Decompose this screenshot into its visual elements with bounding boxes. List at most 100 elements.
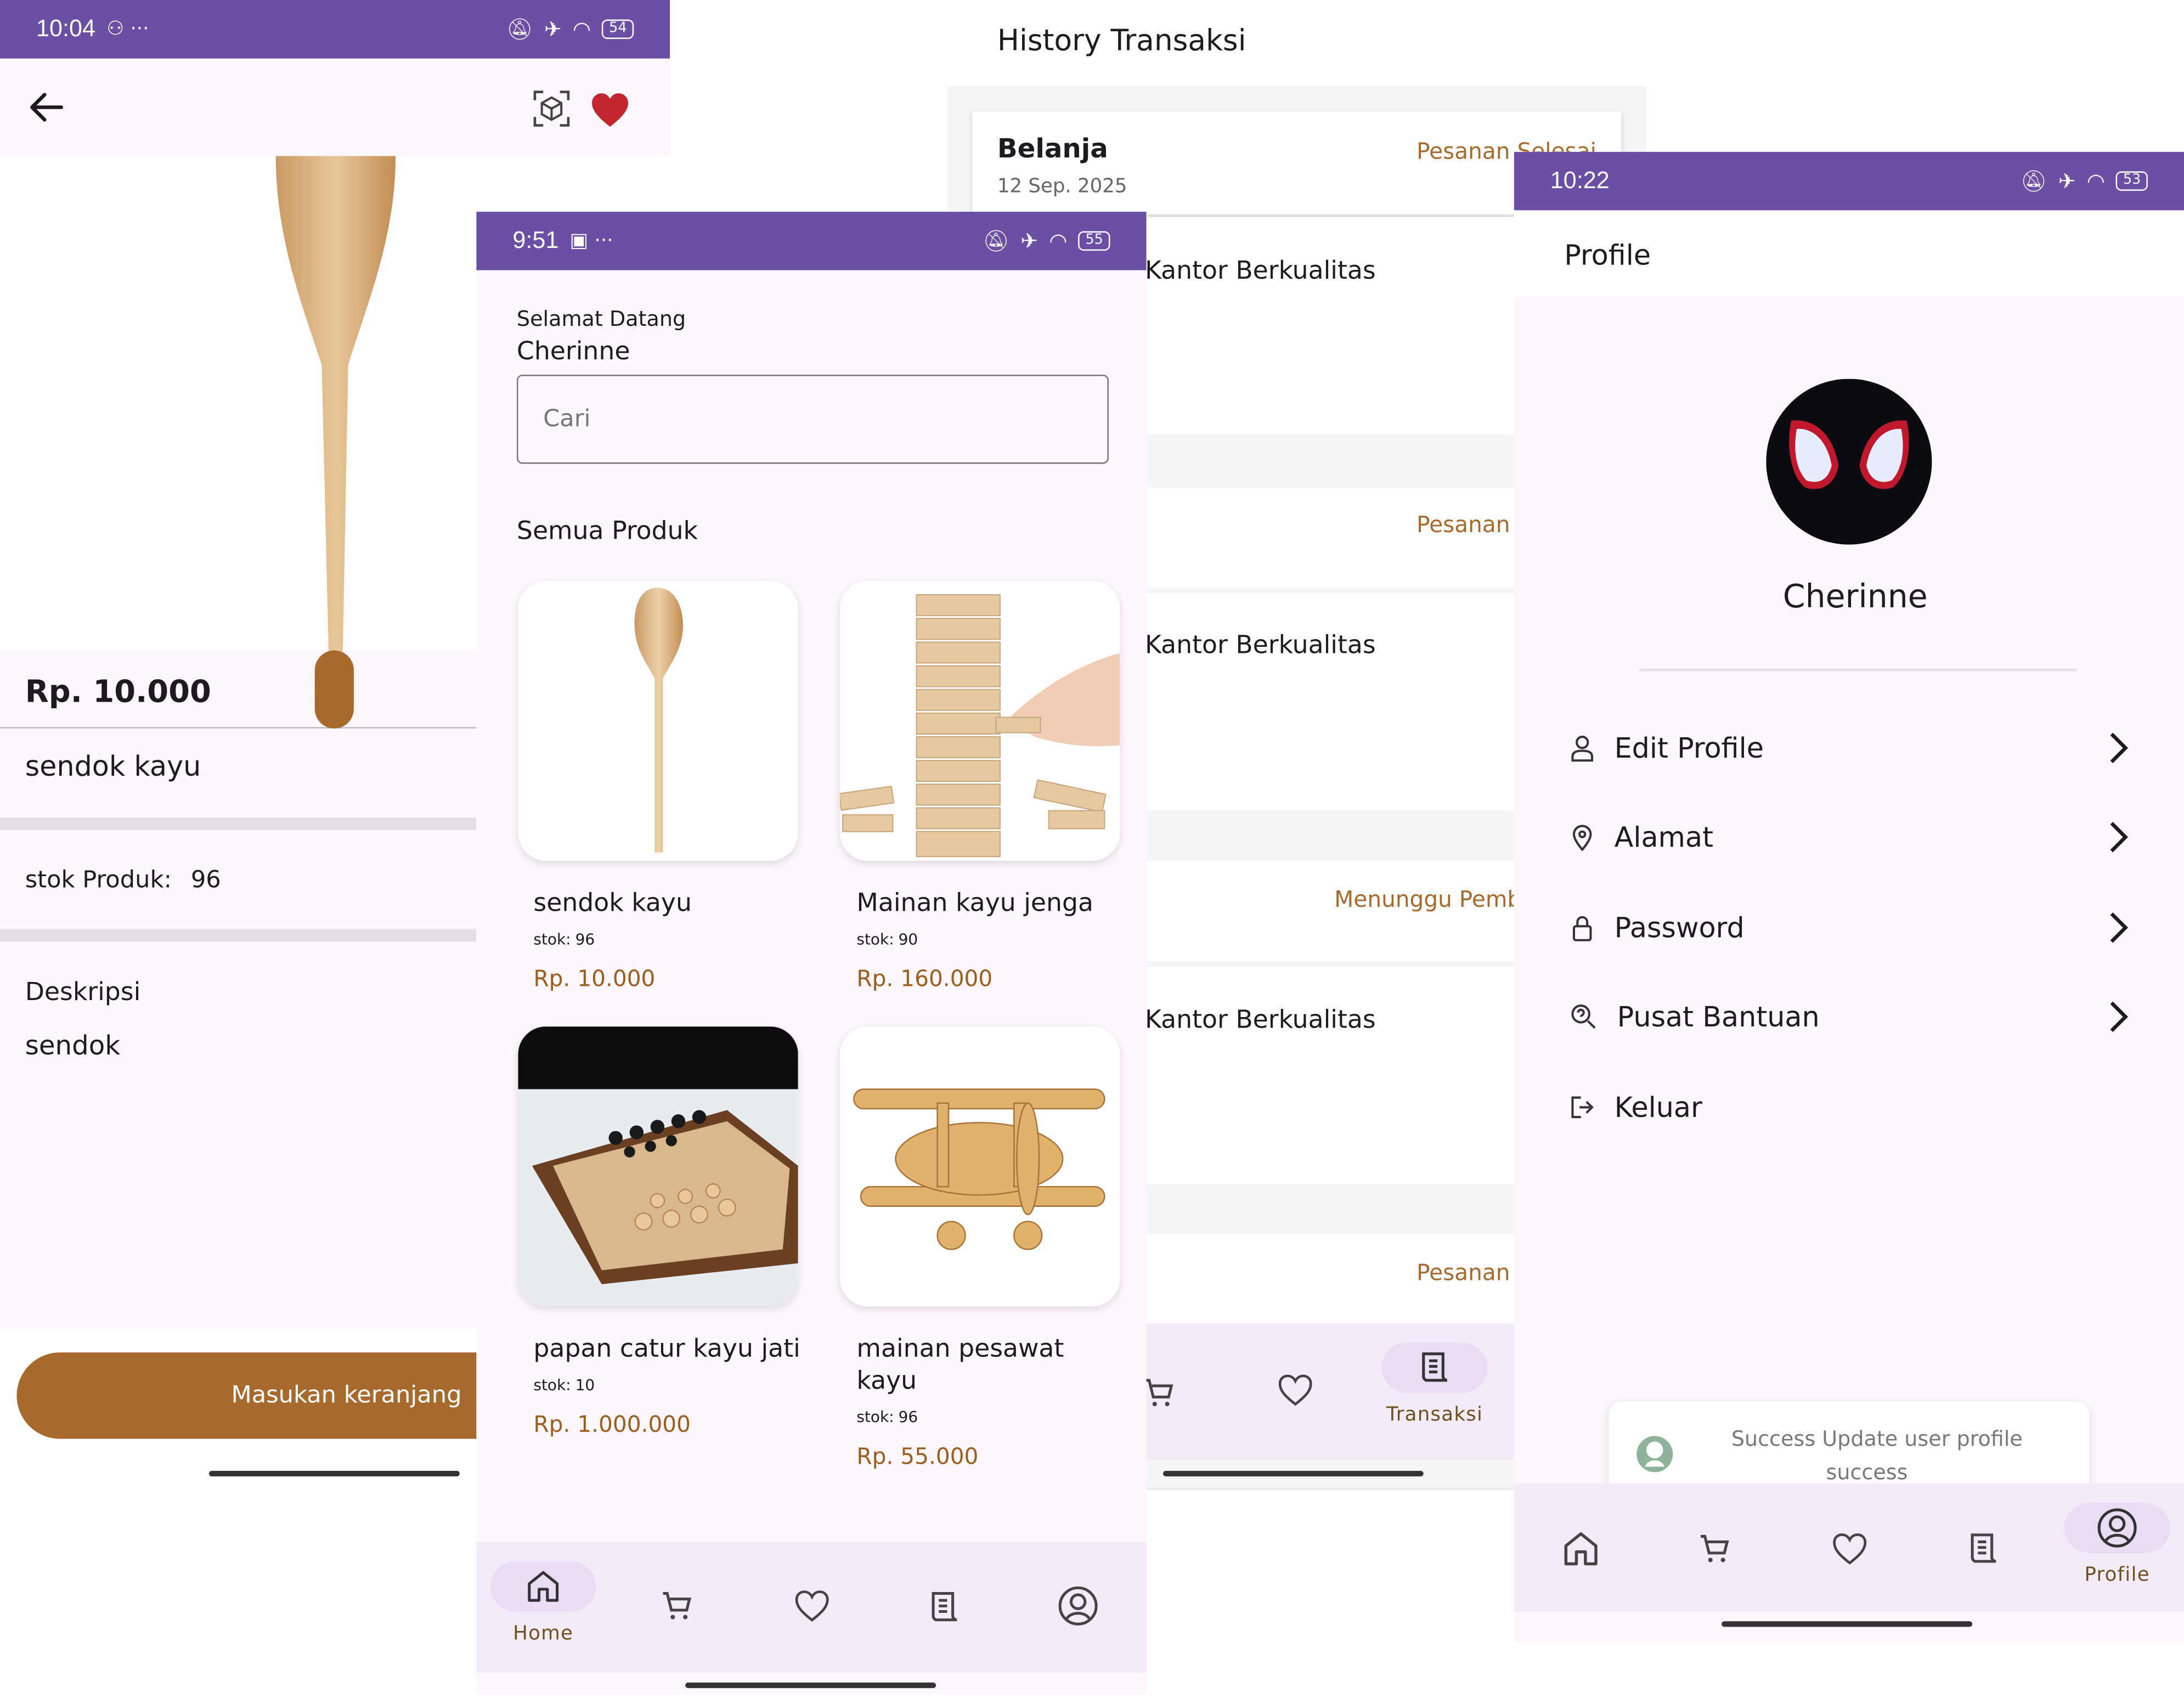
- product-image[interactable]: [518, 580, 798, 861]
- wifi-icon: ◠: [2086, 168, 2105, 194]
- status-bar: 9:51 ▣ ··· 🔕︎ ✈ ◠ 55: [476, 211, 1147, 270]
- mute-icon: 🔕︎: [2020, 168, 2047, 194]
- price-row: Rp. 10.000: [0, 651, 477, 729]
- add-to-cart-label: Masukan keranjang: [231, 1381, 462, 1410]
- search-placeholder: Cari: [543, 405, 591, 433]
- wifi-icon: ◠: [572, 16, 591, 42]
- divider: [0, 929, 477, 942]
- history-title: History Transaksi: [997, 24, 1246, 58]
- nav-pill: [490, 1561, 596, 1612]
- airplane-icon: ✈: [544, 16, 562, 42]
- product-price: Rp. 1.000.000: [533, 1410, 691, 1438]
- status-time: 10:04: [36, 15, 96, 42]
- nav-label: Home: [513, 1622, 574, 1645]
- menu-label: Alamat: [1614, 820, 1714, 854]
- user-icon: [1571, 736, 1594, 762]
- transaction-date: 12 Sep. 2025: [997, 175, 1127, 198]
- bottom-nav: Profile: [1514, 1483, 2184, 1612]
- spoon-tip: [314, 650, 354, 729]
- mute-icon: 🔕︎: [983, 228, 1009, 254]
- product-name: papan catur kayu jati: [533, 1334, 800, 1364]
- search-input[interactable]: Cari: [516, 374, 1109, 464]
- menu-pusat-bantuan[interactable]: Pusat Bantuan: [1570, 989, 2129, 1045]
- home-icon: [528, 1571, 559, 1602]
- receipt-icon: [1422, 1352, 1448, 1382]
- jenga-tower-image: [839, 580, 1120, 861]
- location-pin-icon: [1572, 825, 1592, 851]
- receipt-icon[interactable]: [1968, 1531, 1999, 1567]
- greeting-username: Cherinne: [516, 337, 630, 366]
- heart-icon[interactable]: [1277, 1373, 1313, 1407]
- airplane-icon: ✈: [2058, 168, 2076, 194]
- favorite-heart-icon[interactable]: [590, 92, 629, 128]
- chess-board-image: [518, 1026, 798, 1307]
- status-time: 9:51: [512, 227, 559, 254]
- product-name: sendok kayu: [533, 888, 692, 918]
- transaction-title: Belanja: [997, 133, 1108, 165]
- lock-icon: [1572, 916, 1592, 941]
- cart-icon[interactable]: [1698, 1532, 1731, 1566]
- product-price: Rp. 55.000: [856, 1443, 979, 1470]
- menu-alamat[interactable]: Alamat: [1570, 809, 2129, 865]
- chevron-right-icon: [2110, 912, 2129, 943]
- back-arrow-icon[interactable]: [28, 91, 64, 124]
- status-notification-icons: ▣ ···: [569, 229, 613, 252]
- product-price: Rp. 10.000: [533, 965, 656, 992]
- battery-icon: 53: [2116, 171, 2148, 191]
- product-image[interactable]: [518, 1026, 798, 1307]
- profile-screen: 10:22 🔕︎ ✈ ◠ 53 Profile Cherinne Edit Pr…: [1514, 151, 2184, 1644]
- receipt-icon[interactable]: [929, 1589, 960, 1625]
- nav-pill: [2064, 1503, 2170, 1553]
- product-stock: 96: [575, 930, 595, 949]
- store-name: Kantor Berkualitas: [1144, 256, 1376, 286]
- product-stock-prefix: stok:: [856, 1408, 894, 1426]
- nav-transaksi[interactable]: Transaksi: [1381, 1342, 1488, 1426]
- app-logo-icon: [1636, 1436, 1673, 1472]
- transaction-status: Menunggu Pemb: [1334, 885, 1522, 912]
- menu-edit-profile[interactable]: Edit Profile: [1570, 720, 2129, 776]
- description-label: Deskripsi: [25, 978, 141, 1007]
- home-icon[interactable]: [1561, 1529, 1600, 1568]
- stock-value: 96: [190, 866, 221, 894]
- nav-home[interactable]: Home: [490, 1561, 596, 1645]
- status-right-icons: 🔕︎ ✈ ◠ 55: [983, 228, 1110, 253]
- product-price: Rp. 10.000: [25, 675, 211, 710]
- nav-profile[interactable]: Profile: [2064, 1503, 2170, 1587]
- product-stock-prefix: stok:: [533, 930, 571, 949]
- greeting-label: Selamat Datang: [516, 306, 686, 332]
- status-bar: 10:04 ⚇ ··· 🔕︎ ✈ ◠ 54: [0, 0, 670, 59]
- product-image[interactable]: [839, 1026, 1120, 1307]
- cart-icon[interactable]: [660, 1589, 693, 1623]
- airplane-icon: ✈: [1020, 228, 1038, 254]
- divider: [0, 817, 477, 831]
- app-bar: [0, 59, 670, 156]
- status-bar: 10:22 🔕︎ ✈ ◠ 53: [1514, 151, 2184, 211]
- product-image[interactable]: [839, 580, 1120, 861]
- page-title: Profile: [1564, 238, 1651, 272]
- product-stock: 96: [898, 1408, 918, 1426]
- product-name: Mainan kayu jenga: [856, 888, 1094, 918]
- menu-password[interactable]: Password: [1570, 900, 2129, 956]
- menu-label: Password: [1614, 911, 1745, 945]
- avatar: [1766, 379, 1932, 545]
- profile-icon[interactable]: [1057, 1585, 1099, 1627]
- toast-message-line2: success: [1826, 1459, 1908, 1485]
- logout-icon: [1571, 1096, 1594, 1119]
- menu-label: Edit Profile: [1614, 731, 1764, 765]
- heart-icon[interactable]: [1832, 1532, 1868, 1566]
- description-value: sendok: [25, 1030, 121, 1062]
- history-header: History Transaksi: [947, 0, 1646, 87]
- ar-view-icon[interactable]: [532, 89, 571, 128]
- heart-icon[interactable]: [794, 1589, 830, 1623]
- product-stock-prefix: stok:: [533, 1376, 571, 1395]
- menu-keluar[interactable]: Keluar: [1570, 1080, 2128, 1136]
- section-title: Semua Produk: [516, 516, 698, 546]
- profile-icon: [2097, 1508, 2137, 1548]
- wooden-airplane-image: [839, 1026, 1120, 1307]
- stock-label: stok Produk:: [25, 866, 172, 894]
- chevron-right-icon: [2110, 822, 2129, 853]
- menu-label: Keluar: [1614, 1090, 1702, 1124]
- wooden-spoon-image: [634, 588, 684, 853]
- cart-icon[interactable]: [1142, 1376, 1176, 1409]
- status-time: 10:22: [1550, 167, 1610, 194]
